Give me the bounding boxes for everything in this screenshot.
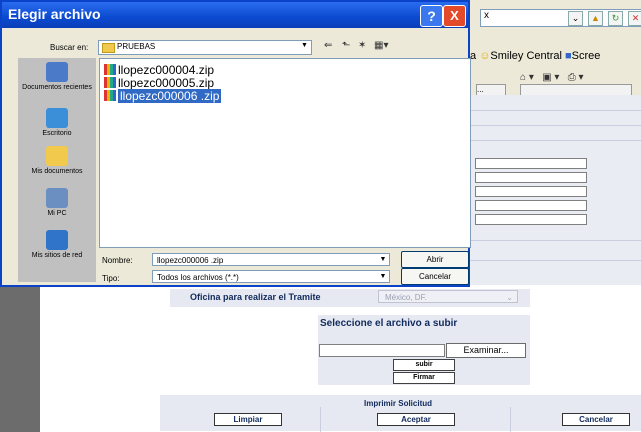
close-button[interactable]: X: [443, 5, 466, 27]
refresh-icon[interactable]: ↻: [608, 11, 623, 26]
divider: [455, 260, 641, 261]
smiley-icon: ☺: [479, 50, 491, 62]
link-smiley-central[interactable]: Smiley Central: [490, 50, 562, 62]
address-text: x: [484, 10, 489, 21]
divider: [455, 125, 641, 126]
examinar-button[interactable]: Examinar...: [446, 343, 526, 358]
chevron-down-icon: ⌄: [506, 293, 513, 302]
lookin-label: Buscar en:: [50, 43, 89, 52]
stop-icon[interactable]: ✕: [628, 11, 641, 26]
form-field[interactable]: [475, 172, 587, 183]
zip-file-icon: [104, 64, 116, 75]
chevron-down-icon: ▼: [301, 42, 308, 49]
folder-icon: [102, 43, 115, 53]
new-folder-icon[interactable]: ✶: [358, 40, 366, 51]
divider: [455, 140, 641, 141]
place-recent[interactable]: Documentos recientes: [18, 62, 96, 91]
network-icon: [46, 230, 68, 250]
imprimir-label: Imprimir Solicitud: [364, 399, 433, 408]
form-field[interactable]: [475, 214, 587, 225]
views-icon[interactable]: ▦▾: [374, 40, 388, 51]
feeds-icon[interactable]: ▣: [542, 72, 551, 83]
desktop-icon: [46, 108, 68, 128]
zip-file-icon: [104, 77, 116, 88]
limpiar-button[interactable]: Limpiar: [214, 413, 282, 426]
oficina-value: México, DF.: [385, 293, 427, 302]
upload-title: Seleccione el archivo a subir: [320, 318, 458, 329]
place-my-documents[interactable]: Mis documentos: [18, 146, 96, 175]
my-documents-icon: [46, 146, 68, 166]
form-field[interactable]: [475, 158, 587, 169]
zip-file-icon: [104, 90, 116, 101]
up-folder-icon[interactable]: ⬑: [342, 40, 350, 51]
filetype-label: Tipo:: [102, 274, 120, 283]
link-screen[interactable]: Scree: [572, 50, 601, 62]
divider: [455, 240, 641, 241]
subir-button[interactable]: subir: [393, 359, 455, 371]
form-field[interactable]: [475, 186, 587, 197]
filetype-select[interactable]: Todos los archivos (*.*) ▼: [152, 270, 390, 283]
file-dialog: Elegir archivo ? X Buscar en: PRUEBAS ▼ …: [0, 0, 471, 287]
filename-label: Nombre:: [102, 256, 133, 265]
file-item[interactable]: llopezc000005.zip: [104, 76, 214, 90]
dropdown-icon[interactable]: ⌄: [568, 11, 583, 26]
open-button[interactable]: Abrir: [401, 251, 469, 268]
file-item[interactable]: llopezc000004.zip: [104, 63, 214, 77]
lookin-combo[interactable]: PRUEBAS ▼: [98, 40, 312, 55]
place-network[interactable]: Mis sitios de red: [18, 230, 96, 259]
file-list[interactable]: llopezc000004.zip llopezc000005.zip llop…: [99, 58, 471, 248]
my-computer-icon: [46, 188, 68, 208]
file-item-selected[interactable]: llopezc000006 .zip: [104, 89, 222, 103]
links-toolbar: a ☺Smiley Central ■Scree: [470, 50, 600, 62]
back-icon[interactable]: ⇐: [324, 40, 332, 51]
firmar-button[interactable]: Firmar: [393, 372, 455, 384]
print-icon[interactable]: ⎙: [568, 72, 576, 83]
divider: [320, 407, 321, 432]
oficina-select[interactable]: México, DF. ⌄: [378, 290, 518, 303]
help-button[interactable]: ?: [420, 5, 443, 27]
chevron-down-icon[interactable]: ▼: [378, 272, 388, 281]
command-bar: ⌂ ▾ ▣ ▾ ⎙ ▾: [520, 72, 584, 83]
oficina-label: Oficina para realizar el Tramite: [190, 292, 321, 302]
dialog-cancel-button[interactable]: Cancelar: [401, 268, 469, 285]
places-bar: Documentos recientes Escritorio Mis docu…: [18, 58, 96, 282]
recent-documents-icon: [46, 62, 68, 82]
dialog-title: Elegir archivo: [8, 6, 101, 22]
filename-input[interactable]: llopezc000006 .zip ▼: [152, 253, 390, 266]
lock-icon[interactable]: ▲: [588, 11, 603, 26]
file-path-input[interactable]: [319, 344, 445, 357]
cancelar-button[interactable]: Cancelar: [562, 413, 630, 426]
aceptar-button[interactable]: Aceptar: [377, 413, 455, 426]
screen-icon: ■: [565, 50, 572, 62]
place-desktop[interactable]: Escritorio: [18, 108, 96, 137]
home-icon[interactable]: ⌂: [520, 72, 526, 83]
chevron-down-icon[interactable]: ▼: [378, 255, 388, 264]
form-field[interactable]: [475, 200, 587, 211]
divider: [455, 110, 641, 111]
divider: [510, 407, 511, 432]
place-my-pc[interactable]: Mi PC: [18, 188, 96, 217]
lookin-value: PRUEBAS: [117, 42, 156, 51]
